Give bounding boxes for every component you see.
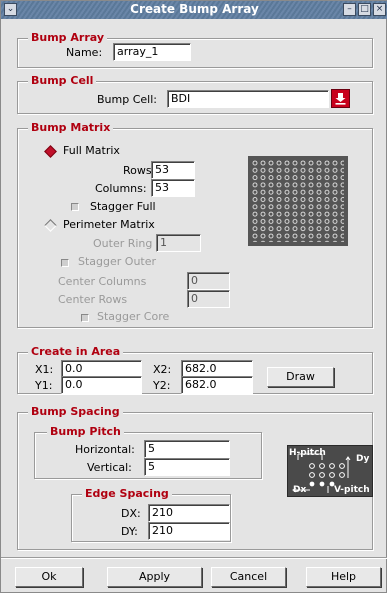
minimize-button[interactable]: – [343, 3, 356, 16]
dy-field[interactable]: 210 [148, 522, 230, 540]
outer-ring-field[interactable]: 1 [156, 234, 201, 252]
center-columns-label: Center Columns [58, 275, 147, 288]
columns-label: Columns: [95, 182, 147, 195]
y2-field[interactable]: 682.0 [181, 376, 253, 394]
download-arrow-icon [335, 93, 346, 105]
window-title: Create Bump Array [130, 2, 259, 16]
dx-label: DX: [121, 507, 141, 520]
draw-button[interactable]: Draw [267, 367, 334, 387]
stagger-core-label: Stagger Core [97, 310, 170, 323]
help-button[interactable]: Help [306, 567, 381, 587]
bump-spacing-legend: Bump Spacing [28, 405, 123, 418]
apply-button[interactable]: Apply [107, 567, 202, 587]
horizontal-field[interactable]: 5 [144, 440, 230, 458]
bump-matrix-legend: Bump Matrix [28, 121, 114, 134]
dy-label: DY: [121, 525, 138, 538]
edge-spacing-legend: Edge Spacing [82, 487, 172, 500]
pitch-diagram: H-pitch Dy Dx V-pitch [287, 445, 373, 497]
stagger-outer-checkbox[interactable] [61, 259, 69, 267]
bump-array-legend: Bump Array [28, 31, 107, 44]
full-matrix-label: Full Matrix [63, 144, 120, 157]
minimize-icon: – [347, 4, 352, 14]
dx-field[interactable]: 210 [148, 504, 230, 522]
dy-diagram-label: Dy [356, 454, 370, 464]
bump-cell-label: Bump Cell: [97, 93, 157, 106]
name-field[interactable]: array_1 [113, 43, 191, 61]
center-rows-label: Center Rows [58, 293, 128, 306]
rows-field[interactable]: 53 [151, 161, 195, 179]
x1-label: X1: [35, 363, 54, 376]
center-rows-field[interactable]: 0 [187, 290, 230, 308]
close-icon: × [375, 4, 384, 14]
vertical-label: Vertical: [87, 461, 132, 474]
create-in-area-legend: Create in Area [28, 345, 124, 358]
maximize-icon: □ [360, 4, 369, 14]
cancel-button[interactable]: Cancel [211, 567, 286, 587]
bump-matrix-preview [248, 156, 348, 246]
bump-pitch-legend: Bump Pitch [47, 425, 124, 438]
y2-label: Y2: [153, 379, 171, 392]
bump-cell-legend: Bump Cell [28, 74, 97, 87]
horizontal-label: Horizontal: [75, 443, 135, 456]
close-button[interactable]: × [373, 3, 386, 16]
dx-diagram-label: Dx [293, 485, 307, 495]
h-pitch-label: H-pitch [289, 448, 326, 458]
columns-field[interactable]: 53 [151, 179, 195, 197]
perimeter-matrix-label: Perimeter Matrix [63, 218, 155, 231]
button-separator [1, 557, 387, 559]
bump-grid-icon [252, 160, 344, 242]
stagger-full-checkbox[interactable] [71, 203, 79, 211]
stagger-outer-label: Stagger Outer [78, 255, 157, 268]
bump-cell-browse-button[interactable] [331, 89, 350, 108]
stagger-full-label: Stagger Full [90, 200, 156, 213]
outer-ring-label: Outer Ring [93, 237, 153, 250]
y1-label: Y1: [35, 379, 53, 392]
x2-label: X2: [153, 363, 172, 376]
ok-button[interactable]: Ok [15, 567, 83, 587]
maximize-button[interactable]: □ [358, 3, 371, 16]
y1-field[interactable]: 0.0 [61, 376, 142, 394]
title-bar[interactable]: ⌄ Create Bump Array – □ × [1, 1, 387, 19]
bump-cell-field[interactable]: BDI [167, 90, 329, 108]
center-columns-field[interactable]: 0 [187, 272, 230, 290]
v-pitch-label: V-pitch [334, 485, 370, 495]
create-bump-array-dialog: ⌄ Create Bump Array – □ × Bump Array Nam… [0, 0, 387, 593]
name-label: Name: [66, 46, 103, 59]
stagger-core-checkbox[interactable] [81, 314, 89, 322]
vertical-field[interactable]: 5 [144, 458, 230, 476]
